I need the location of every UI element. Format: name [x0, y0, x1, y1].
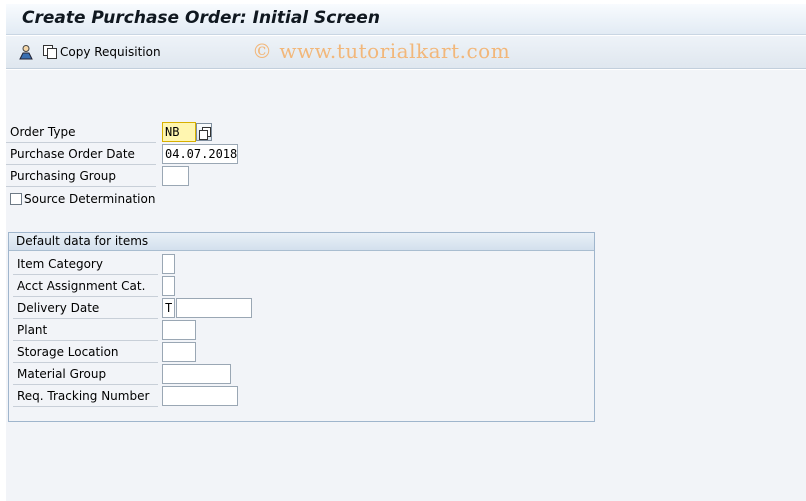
- req-tracking-number-field[interactable]: [162, 386, 238, 406]
- personal-settings-icon[interactable]: [18, 44, 34, 60]
- acct-assignment-field[interactable]: [162, 276, 175, 296]
- plant-field[interactable]: [162, 320, 196, 340]
- storage-location-field[interactable]: [162, 342, 196, 362]
- watermark: © www.tutorialkart.com: [252, 39, 511, 63]
- group-title: Default data for items: [16, 234, 149, 248]
- group-header: Default data for items: [9, 233, 594, 251]
- delivery-date-format-field[interactable]: T: [162, 298, 175, 318]
- purchasing-group-label: Purchasing Group: [6, 165, 156, 187]
- order-type-label: Order Type: [6, 121, 156, 143]
- acct-assignment-label: Acct Assignment Cat.: [13, 275, 158, 297]
- title-bar: Create Purchase Order: Initial Screen: [6, 4, 806, 35]
- material-group-field[interactable]: [162, 364, 231, 384]
- material-group-label: Material Group: [13, 363, 158, 385]
- source-determination-checkbox[interactable]: [10, 193, 22, 205]
- purchasing-group-field[interactable]: [162, 166, 189, 186]
- source-determination-label: Source Determination: [24, 192, 156, 206]
- po-date-field[interactable]: 04.07.2018: [162, 144, 238, 164]
- page-title: Create Purchase Order: Initial Screen: [22, 8, 380, 28]
- req-tracking-number-label: Req. Tracking Number: [13, 385, 158, 407]
- value-help-icon[interactable]: [196, 123, 212, 141]
- copy-requisition-button[interactable]: Copy Requisition: [60, 45, 161, 59]
- plant-label: Plant: [13, 319, 158, 341]
- delivery-date-label: Delivery Date: [13, 297, 158, 319]
- order-type-field[interactable]: NB: [162, 122, 196, 142]
- item-category-label: Item Category: [13, 253, 158, 275]
- delivery-date-field[interactable]: [176, 298, 252, 318]
- item-category-field[interactable]: [162, 254, 175, 274]
- copy-requisition-icon[interactable]: [42, 44, 58, 60]
- application-toolbar: Copy Requisition © www.tutorialkart.com: [6, 36, 806, 69]
- storage-location-label: Storage Location: [13, 341, 158, 363]
- po-date-label: Purchase Order Date: [6, 143, 156, 165]
